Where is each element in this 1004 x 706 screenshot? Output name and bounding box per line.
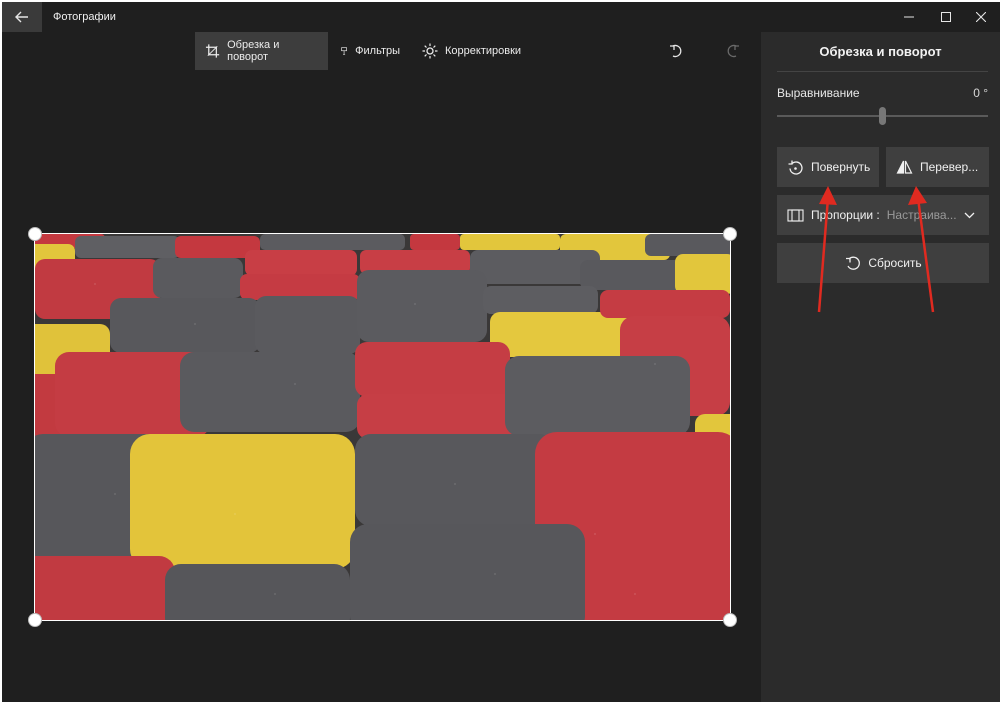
title-bar: Фотографии (2, 2, 1000, 32)
straighten-value: 0 ° (973, 86, 988, 100)
close-button[interactable] (964, 2, 998, 32)
back-button[interactable] (2, 2, 42, 32)
aspect-ratio-icon (787, 208, 804, 222)
crop-icon (205, 44, 220, 58)
straighten-label: Выравнивание (777, 86, 860, 100)
tab-crop-rotate-label: Обрезка и поворот (227, 39, 280, 63)
undo-icon (670, 44, 682, 58)
crop-handle-bottom-right[interactable] (723, 613, 737, 627)
tab-adjustments-label: Корректировки (445, 45, 522, 57)
filter-brush-icon (341, 47, 347, 55)
app-title: Фотографии (53, 11, 116, 23)
flip-label: Перевер... (920, 160, 979, 174)
edit-toolbar: Обрезка и поворот Фильтры Корректировки (2, 32, 760, 72)
tab-adjustments[interactable]: Корректировки (412, 32, 542, 70)
straighten-slider-thumb[interactable] (879, 107, 886, 125)
aspect-ratio-value: Настраива... (886, 208, 957, 222)
aspect-ratio-label: Пропорции : (811, 208, 880, 222)
maximize-icon (941, 12, 951, 22)
tab-crop-rotate[interactable]: Обрезка и поворот (195, 32, 328, 70)
tab-filters-label: Фильтры (355, 45, 400, 57)
minimize-icon (904, 16, 914, 18)
crop-handle-top-left[interactable] (28, 227, 42, 241)
redo-button[interactable] (720, 38, 746, 64)
aspect-ratio-dropdown[interactable]: Пропорции : Настраива... (777, 195, 989, 235)
reset-label: Сбросить (868, 256, 922, 270)
tab-filters[interactable]: Фильтры (330, 32, 410, 70)
panel-title: Обрезка и поворот (819, 44, 942, 59)
flip-icon (896, 160, 913, 174)
rotate-button[interactable]: Повернуть (777, 147, 879, 187)
crop-rotate-panel: Обрезка и поворот Выравнивание 0 ° Повер… (761, 32, 1000, 702)
rotate-label: Повернуть (811, 160, 871, 174)
crop-handle-top-right[interactable] (723, 227, 737, 241)
undo-button[interactable] (663, 38, 689, 64)
chevron-down-icon (964, 212, 975, 218)
minimize-button[interactable] (892, 2, 926, 32)
rotate-icon (788, 160, 803, 175)
close-icon (976, 12, 986, 22)
reset-button[interactable]: Сбросить (777, 243, 989, 283)
photo-paving-stones[interactable] (34, 233, 731, 621)
panel-divider (777, 71, 988, 72)
brightness-icon (422, 43, 438, 59)
photos-window: Фотографии Обрезка и поворот Фильтры Кор… (2, 2, 1000, 702)
image-canvas (2, 72, 760, 702)
paving-stones-image (35, 234, 730, 620)
crop-handle-bottom-left[interactable] (28, 613, 42, 627)
maximize-button[interactable] (929, 2, 963, 32)
back-arrow-icon (15, 11, 28, 23)
flip-button[interactable]: Перевер... (886, 147, 989, 187)
redo-icon (727, 44, 739, 58)
reset-icon (846, 256, 861, 270)
